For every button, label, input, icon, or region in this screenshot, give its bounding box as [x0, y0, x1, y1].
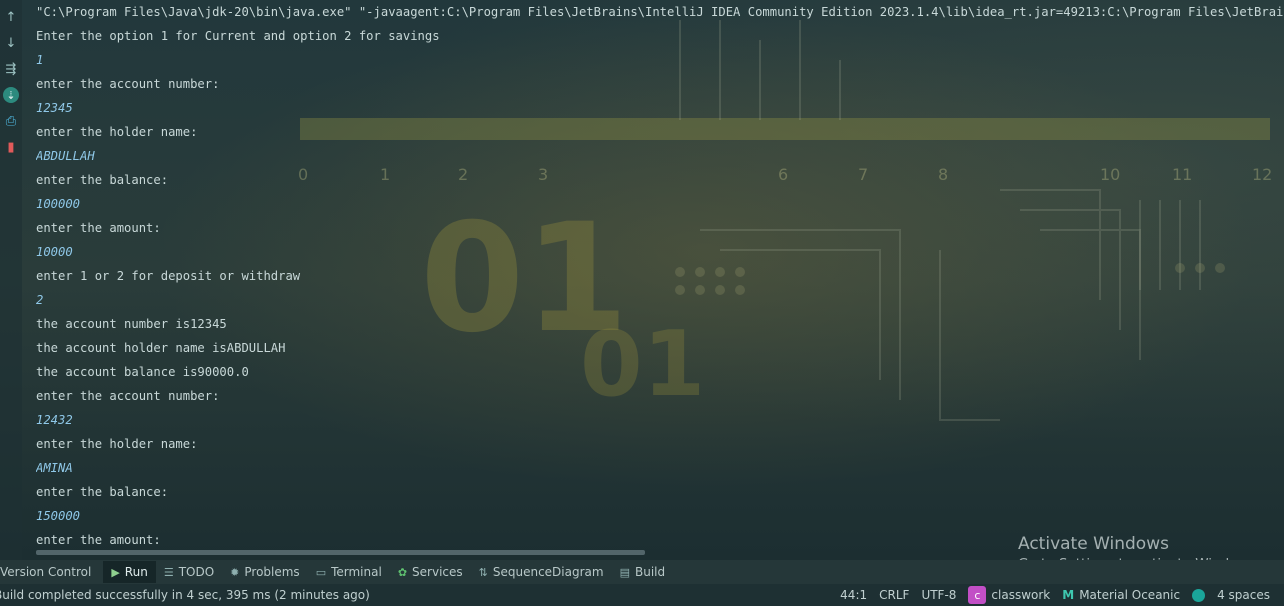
- trash-icon[interactable]: ▮: [2, 138, 20, 156]
- status-message[interactable]: Build completed successfully in 4 sec, 3…: [0, 588, 370, 602]
- console-input-line: 100000: [36, 197, 81, 211]
- console-input-line: 2: [36, 293, 44, 307]
- tab-run[interactable]: ▶ Run: [103, 561, 156, 583]
- branch-badge-icon: c: [968, 586, 987, 604]
- sequence-diagram-icon: ⇅: [478, 565, 488, 579]
- console-output-line: enter the holder name:: [36, 125, 198, 139]
- console-output-line: enter 1 or 2 for deposit or withdraw: [36, 269, 301, 283]
- tab-label: TODO: [178, 565, 215, 579]
- console-input-line: 1: [36, 53, 44, 67]
- console-output-line: the account number is12345: [36, 317, 227, 331]
- tab-services[interactable]: ✿ Services: [390, 561, 471, 583]
- tab-sequence-diagram[interactable]: ⇅ SequenceDiagram: [471, 561, 612, 583]
- tab-terminal[interactable]: ▭ Terminal: [308, 561, 390, 583]
- console-output-line: Enter the option 1 for Current and optio…: [36, 29, 440, 43]
- file-encoding[interactable]: UTF-8: [915, 588, 962, 602]
- console-output-line: "C:\Program Files\Java\jdk-20\bin\java.e…: [36, 5, 1284, 19]
- problems-icon: ✹: [230, 565, 240, 579]
- run-gutter-toolbar: ↑ ↓ ⇶ ⇣ ⎙ ▮: [0, 0, 22, 560]
- tab-todo[interactable]: ☰ TODO: [156, 561, 222, 583]
- tool-window-bar: Version Control ▶ Run ☰ TODO ✹ Problems …: [0, 560, 1284, 584]
- watermark-title: Activate Windows: [1018, 534, 1169, 554]
- console-output-line: the account holder name isABDULLAH: [36, 341, 286, 355]
- terminal-icon: ▭: [315, 565, 327, 579]
- tab-label: Build: [634, 565, 666, 579]
- tab-label: Terminal: [331, 565, 382, 579]
- theme-widget[interactable]: M Material Oceanic: [1056, 588, 1186, 602]
- tab-problems[interactable]: ✹ Problems: [222, 561, 308, 583]
- soft-wrap-icon[interactable]: ⇶: [2, 60, 20, 78]
- print-icon[interactable]: ⎙: [2, 112, 20, 130]
- console-input-line: AMINA: [36, 461, 73, 475]
- theme-name: Material Oceanic: [1079, 588, 1181, 602]
- play-icon: ▶: [111, 565, 120, 579]
- services-icon: ✿: [397, 565, 408, 579]
- console-input-line: 12432: [36, 413, 73, 427]
- tab-label: Services: [412, 565, 463, 579]
- status-bar: Build completed successfully in 4 sec, 3…: [0, 584, 1284, 606]
- console-output-line: the account balance is90000.0: [36, 365, 249, 379]
- console-input-line: 10000: [36, 245, 73, 259]
- console-input-line: 12345: [36, 101, 73, 115]
- console-input-line: ABDULLAH: [36, 149, 95, 163]
- console-output-line: enter the amount:: [36, 221, 161, 235]
- branch-name: classwork: [991, 588, 1051, 602]
- console-input-line: 150000: [36, 509, 81, 523]
- arrow-down-icon[interactable]: ↓: [2, 34, 20, 52]
- console-output-line: enter the account number:: [36, 77, 220, 91]
- console-output-line: enter the balance:: [36, 485, 169, 499]
- tab-label: Run: [124, 565, 148, 579]
- console-output-line: enter the account number:: [36, 389, 220, 403]
- branch-widget[interactable]: c classwork: [962, 586, 1056, 604]
- tab-label: Problems: [244, 565, 300, 579]
- theme-dot-icon: [1192, 588, 1206, 602]
- scroll-to-end-icon[interactable]: ⇣: [2, 86, 20, 104]
- list-icon: ☰: [163, 565, 174, 579]
- indent-setting[interactable]: 4 spaces: [1211, 588, 1284, 602]
- theme-indicator[interactable]: [1186, 588, 1211, 602]
- console-output-line: enter the balance:: [36, 173, 169, 187]
- line-separator[interactable]: CRLF: [873, 588, 915, 602]
- console-output-line: enter the holder name:: [36, 437, 198, 451]
- run-console-output[interactable]: "C:\Program Files\Java\jdk-20\bin\java.e…: [36, 4, 1284, 554]
- tab-label: SequenceDiagram: [492, 565, 604, 579]
- tab-build[interactable]: ▤ Build: [612, 561, 674, 583]
- tab-label: Version Control: [0, 565, 92, 579]
- arrow-up-icon[interactable]: ↑: [2, 8, 20, 26]
- horizontal-scrollbar[interactable]: [36, 550, 645, 555]
- caret-position[interactable]: 44:1: [834, 588, 873, 602]
- tab-version-control[interactable]: Version Control: [0, 561, 99, 583]
- material-theme-icon: M: [1062, 588, 1075, 602]
- build-icon: ▤: [619, 565, 630, 579]
